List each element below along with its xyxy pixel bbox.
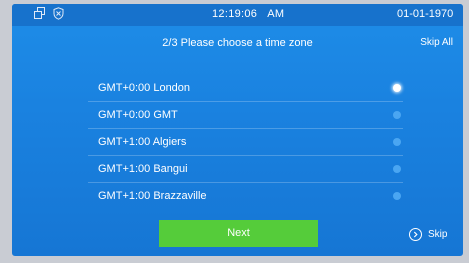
radio-unselected-icon[interactable] xyxy=(393,165,401,173)
clock-time: 12:19:06 xyxy=(212,8,258,20)
skip-label: Skip xyxy=(428,229,448,240)
clock: 12:19:06 AM xyxy=(212,8,284,20)
radio-unselected-icon[interactable] xyxy=(393,138,401,146)
skip-all-button[interactable]: Skip All xyxy=(420,37,453,48)
radio-unselected-icon[interactable] xyxy=(393,192,401,200)
date-display: 01-01-1970 xyxy=(397,8,454,20)
skip-button[interactable]: Skip xyxy=(409,228,447,241)
timezone-item[interactable]: GMT+0:00 GMT xyxy=(88,102,403,129)
status-icons xyxy=(34,7,64,20)
timezone-item[interactable]: GMT+1:00 Bangui xyxy=(88,156,403,183)
windows-icon xyxy=(34,7,45,20)
chevron-right-circle-icon xyxy=(409,228,422,241)
shield-icon xyxy=(53,7,64,20)
clock-ampm: AM xyxy=(267,8,285,20)
timezone-label: GMT+1:00 Bangui xyxy=(98,163,188,175)
timezone-setup-screen: 12:19:06 AM 01-01-1970 2/3 Please choose… xyxy=(12,4,463,256)
timezone-item[interactable]: GMT+0:00 London xyxy=(88,75,403,102)
status-bar: 12:19:06 AM 01-01-1970 xyxy=(12,4,463,26)
timezone-label: GMT+1:00 Algiers xyxy=(98,136,187,148)
timezone-label: GMT+1:00 Brazzaville xyxy=(98,190,207,202)
timezone-label: GMT+0:00 London xyxy=(98,82,191,94)
timezone-label: GMT+0:00 GMT xyxy=(98,109,178,121)
next-button[interactable]: Next xyxy=(159,220,318,247)
timezone-item[interactable]: GMT+1:00 Algiers xyxy=(88,129,403,156)
page-title: 2/3 Please choose a time zone xyxy=(162,37,313,49)
timezone-item[interactable]: GMT+1:00 Brazzaville xyxy=(88,183,403,209)
radio-selected-icon[interactable] xyxy=(393,84,401,92)
radio-unselected-icon[interactable] xyxy=(393,111,401,119)
timezone-list: GMT+0:00 London GMT+0:00 GMT GMT+1:00 Al… xyxy=(88,75,403,209)
